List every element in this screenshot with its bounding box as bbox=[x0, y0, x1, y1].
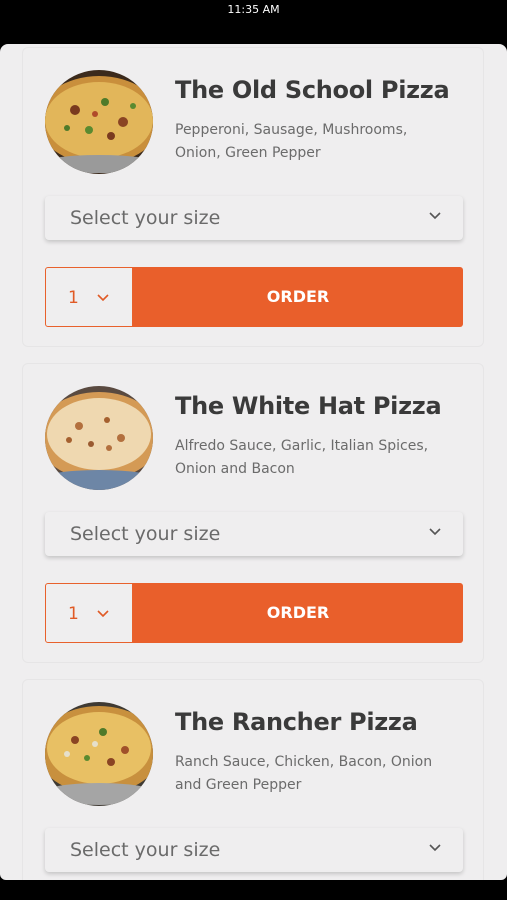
chevron-down-icon bbox=[429, 528, 441, 536]
quantity-value: 1 bbox=[68, 604, 79, 624]
size-placeholder: Select your size bbox=[70, 839, 221, 861]
quantity-value: 1 bbox=[68, 288, 79, 308]
size-placeholder: Select your size bbox=[70, 523, 221, 545]
chevron-down-icon bbox=[97, 610, 109, 618]
status-time: 11:35 AM bbox=[227, 3, 280, 16]
chevron-down-icon bbox=[97, 294, 109, 302]
pizza-description: Ranch Sauce, Chicken, Bacon, Onion and G… bbox=[175, 754, 433, 793]
pizza-image bbox=[45, 702, 153, 806]
chevron-down-icon bbox=[429, 844, 441, 852]
quantity-selector[interactable]: 1 bbox=[45, 267, 133, 327]
menu-item-card: The Old School Pizza Pepperoni, Sausage,… bbox=[22, 47, 484, 347]
pizza-image bbox=[45, 70, 153, 174]
status-bar: 11:35 AM bbox=[0, 0, 507, 44]
size-dropdown[interactable]: Select your size bbox=[45, 828, 463, 872]
menu-list[interactable]: The Old School Pizza Pepperoni, Sausage,… bbox=[0, 44, 507, 880]
size-placeholder: Select your size bbox=[70, 207, 221, 229]
pizza-name: The White Hat Pizza bbox=[175, 392, 442, 420]
bottom-bar bbox=[0, 880, 507, 900]
menu-item-card: The White Hat Pizza Alfredo Sauce, Garli… bbox=[22, 363, 484, 663]
order-button[interactable]: ORDER bbox=[133, 267, 463, 327]
pizza-description: Pepperoni, Sausage, Mushrooms, Onion, Gr… bbox=[175, 122, 408, 161]
size-dropdown[interactable]: Select your size bbox=[45, 512, 463, 556]
order-button[interactable]: ORDER bbox=[133, 583, 463, 643]
pizza-image bbox=[45, 386, 153, 490]
menu-item-card: The Rancher Pizza Ranch Sauce, Chicken, … bbox=[22, 679, 484, 880]
quantity-selector[interactable]: 1 bbox=[45, 583, 133, 643]
pizza-name: The Old School Pizza bbox=[175, 76, 450, 104]
chevron-down-icon bbox=[429, 212, 441, 220]
pizza-name: The Rancher Pizza bbox=[175, 708, 418, 736]
size-dropdown[interactable]: Select your size bbox=[45, 196, 463, 240]
pizza-description: Alfredo Sauce, Garlic, Italian Spices, O… bbox=[175, 438, 429, 477]
